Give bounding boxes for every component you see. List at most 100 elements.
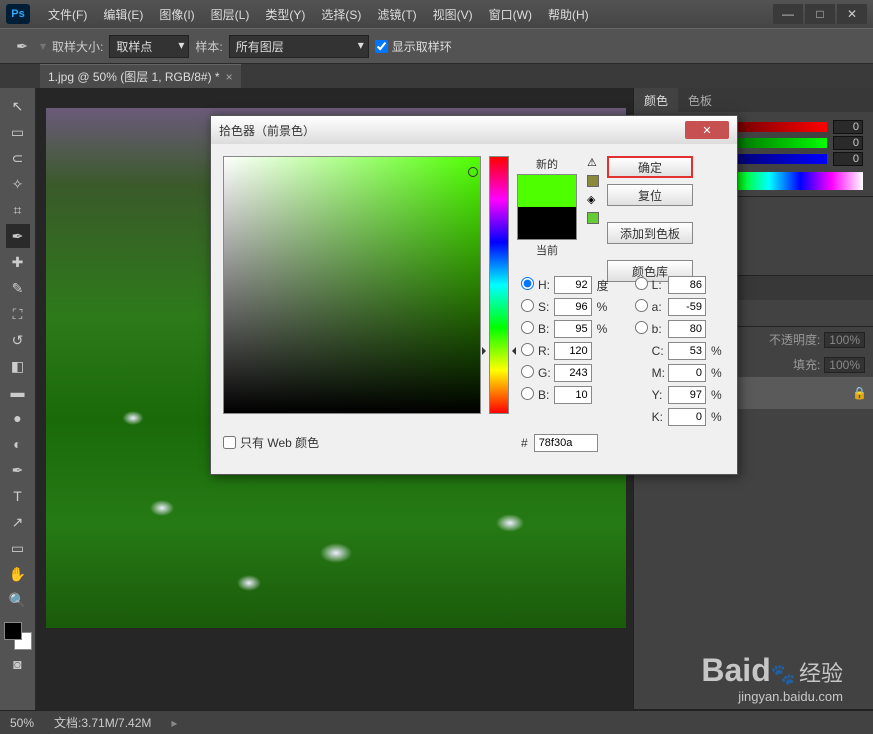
y-input[interactable]: [668, 386, 706, 404]
close-tab-icon[interactable]: ×: [226, 70, 233, 84]
type-tool[interactable]: T: [6, 484, 30, 508]
menu-help[interactable]: 帮助(H): [540, 4, 597, 25]
sv-cursor[interactable]: [468, 167, 478, 177]
dialog-close-button[interactable]: ✕: [685, 121, 729, 139]
websafe-swatch[interactable]: [587, 212, 599, 224]
sample-layer-dropdown[interactable]: 所有图层: [229, 35, 369, 58]
k-input[interactable]: [668, 408, 706, 426]
radio-s[interactable]: [521, 299, 534, 312]
c-input[interactable]: [668, 342, 706, 360]
sampling-ring-checkbox[interactable]: 显示取样环: [375, 38, 452, 55]
lasso-tool[interactable]: ⊂: [6, 146, 30, 170]
add-to-swatches-button[interactable]: 添加到色板: [607, 222, 693, 244]
labb-label: b:: [652, 322, 665, 336]
web-colors-label: 只有 Web 颜色: [240, 434, 319, 451]
color-swatches[interactable]: [4, 622, 32, 650]
gradient-tool[interactable]: ▬: [6, 380, 30, 404]
cancel-button[interactable]: 复位: [607, 184, 693, 206]
r-value[interactable]: 0: [833, 120, 863, 134]
saturation-value-field[interactable]: [223, 156, 481, 414]
web-colors-checkbox[interactable]: [223, 436, 236, 449]
blur-tool[interactable]: ●: [6, 406, 30, 430]
menu-filter[interactable]: 滤镜(T): [369, 4, 424, 25]
dialog-titlebar[interactable]: 拾色器（前景色） ✕: [211, 116, 737, 144]
g-value[interactable]: 0: [833, 136, 863, 150]
labb-input[interactable]: [668, 320, 706, 338]
menu-select[interactable]: 选择(S): [313, 4, 369, 25]
menu-view[interactable]: 视图(V): [425, 4, 481, 25]
g-input[interactable]: [554, 364, 592, 382]
watermark-brand: Baid: [701, 652, 770, 688]
path-tool[interactable]: ↗: [6, 510, 30, 534]
quickmask-toggle[interactable]: ◙: [6, 652, 30, 676]
move-tool[interactable]: ↖: [6, 94, 30, 118]
zoom-level[interactable]: 50%: [10, 716, 34, 730]
marquee-tool[interactable]: ▭: [6, 120, 30, 144]
a-input[interactable]: [668, 298, 706, 316]
opacity-value[interactable]: 100%: [824, 332, 865, 348]
wand-tool[interactable]: ✧: [6, 172, 30, 196]
history-brush-tool[interactable]: ↺: [6, 328, 30, 352]
eraser-tool[interactable]: ◧: [6, 354, 30, 378]
b-value[interactable]: 0: [833, 152, 863, 166]
sample-size-dropdown[interactable]: 取样点: [109, 35, 189, 58]
s-input[interactable]: [554, 298, 592, 316]
watermark: Baid🐾 经验 jingyan.baidu.com: [701, 652, 843, 704]
l-label: L:: [652, 278, 665, 292]
eyedropper-icon: ✒: [10, 34, 34, 58]
document-tab[interactable]: 1.jpg @ 50% (图层 1, RGB/8#) * ×: [40, 64, 241, 88]
sampling-ring-label: 显示取样环: [392, 38, 452, 55]
bc-input[interactable]: [554, 386, 592, 404]
close-button[interactable]: ✕: [837, 4, 867, 24]
heal-tool[interactable]: ✚: [6, 250, 30, 274]
radio-g[interactable]: [521, 365, 534, 378]
menu-type[interactable]: 类型(Y): [257, 4, 313, 25]
menu-layer[interactable]: 图层(L): [203, 4, 258, 25]
ok-button[interactable]: 确定: [607, 156, 693, 178]
menu-window[interactable]: 窗口(W): [481, 4, 540, 25]
fill-value[interactable]: 100%: [824, 357, 865, 373]
brush-tool[interactable]: ✎: [6, 276, 30, 300]
bb-input[interactable]: [554, 320, 592, 338]
maximize-button[interactable]: □: [805, 4, 835, 24]
gamut-warning-icon[interactable]: ⚠: [587, 156, 599, 169]
sampling-ring-input[interactable]: [375, 40, 388, 53]
websafe-icon[interactable]: ◈: [587, 193, 599, 206]
crop-tool[interactable]: ⌗: [6, 198, 30, 222]
web-colors-only[interactable]: 只有 Web 颜色: [223, 434, 319, 451]
hand-tool[interactable]: ✋: [6, 562, 30, 586]
doc-size: 文档:3.71M/7.42M: [54, 714, 151, 731]
radio-lab-b[interactable]: [635, 321, 648, 334]
foreground-swatch[interactable]: [4, 622, 22, 640]
zoom-tool[interactable]: 🔍: [6, 588, 30, 612]
r-input[interactable]: [554, 342, 592, 360]
dodge-tool[interactable]: ◐: [6, 432, 30, 456]
hue-slider[interactable]: [489, 156, 509, 414]
radio-h[interactable]: [521, 277, 534, 290]
tab-swatches[interactable]: 色板: [678, 88, 722, 112]
menu-image[interactable]: 图像(I): [151, 4, 202, 25]
y-unit: %: [711, 388, 725, 402]
tools-panel: ↖ ▭ ⊂ ✧ ⌗ ✒ ✚ ✎ ⛶ ↺ ◧ ▬ ● ◐ ✒ T ↗ ▭ ✋ 🔍 …: [0, 88, 36, 710]
shape-tool[interactable]: ▭: [6, 536, 30, 560]
radio-b[interactable]: [521, 321, 534, 334]
l-input[interactable]: [668, 276, 706, 294]
menu-file[interactable]: 文件(F): [40, 4, 95, 25]
eyedropper-tool[interactable]: ✒: [6, 224, 30, 248]
menu-edit[interactable]: 编辑(E): [95, 4, 151, 25]
tab-color[interactable]: 颜色: [634, 88, 678, 112]
a-label: a:: [652, 300, 665, 314]
pen-tool[interactable]: ✒: [6, 458, 30, 482]
m-input[interactable]: [668, 364, 706, 382]
h-input[interactable]: [554, 276, 592, 294]
minimize-button[interactable]: —: [773, 4, 803, 24]
current-color-swatch[interactable]: [518, 207, 576, 239]
radio-l[interactable]: [635, 277, 648, 290]
hex-input[interactable]: [534, 434, 598, 452]
radio-r[interactable]: [521, 343, 534, 356]
lock-icon: 🔒: [852, 386, 867, 400]
gamut-swatch[interactable]: [587, 175, 599, 187]
stamp-tool[interactable]: ⛶: [6, 302, 30, 326]
radio-a[interactable]: [635, 299, 648, 312]
radio-bc[interactable]: [521, 387, 534, 400]
